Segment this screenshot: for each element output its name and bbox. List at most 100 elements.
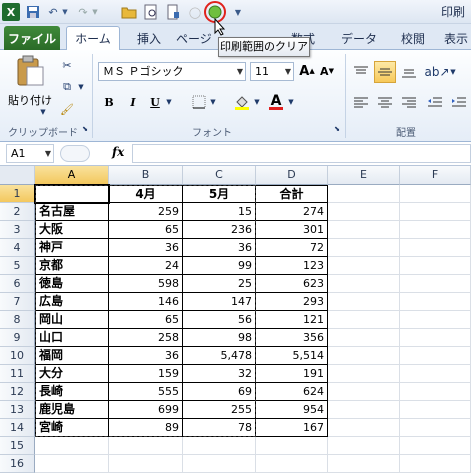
print-preview-icon[interactable] — [142, 3, 160, 21]
cell-f4[interactable] — [400, 239, 471, 257]
grow-font-icon[interactable]: A ▲ — [298, 62, 316, 80]
row-header[interactable]: 6 — [0, 275, 35, 293]
cell-e11[interactable] — [328, 365, 400, 383]
font-color-dropdown-icon[interactable]: ▼ — [286, 92, 296, 112]
chevron-down-icon[interactable]: ▼ — [237, 63, 243, 80]
row-header[interactable]: 2 — [0, 203, 35, 221]
row-header[interactable]: 10 — [0, 347, 35, 365]
borders-dropdown-icon[interactable]: ▼ — [208, 92, 218, 112]
cell-d14[interactable]: 167 — [256, 419, 328, 437]
underline-button[interactable]: U — [146, 92, 164, 112]
paste-dropdown-icon[interactable]: ▼ — [38, 108, 48, 116]
chevron-down-icon[interactable]: ▼ — [45, 145, 51, 162]
cell-f7[interactable] — [400, 293, 471, 311]
cell-d9[interactable]: 356 — [256, 329, 328, 347]
tab-data[interactable]: データ — [334, 26, 384, 50]
cell-e14[interactable] — [328, 419, 400, 437]
column-header-c[interactable]: C — [183, 166, 256, 185]
cell-b8[interactable]: 65 — [109, 311, 183, 329]
cell-c1[interactable]: 5月 — [183, 185, 256, 203]
cell-d1[interactable]: 合計 — [256, 185, 328, 203]
cell-e1[interactable] — [328, 185, 400, 203]
row-header[interactable]: 13 — [0, 401, 35, 419]
font-size-combo[interactable]: 11 ▼ — [250, 62, 294, 81]
align-center-icon[interactable] — [374, 94, 396, 112]
cell-f2[interactable] — [400, 203, 471, 221]
name-box[interactable]: A1 ▼ — [6, 144, 54, 163]
tab-review[interactable]: 校閲 — [390, 26, 436, 50]
column-header-d[interactable]: D — [256, 166, 328, 185]
bold-button[interactable]: B — [100, 92, 118, 112]
cell-e4[interactable] — [328, 239, 400, 257]
cell-c4[interactable]: 36 — [183, 239, 256, 257]
row-header[interactable]: 12 — [0, 383, 35, 401]
underline-dropdown-icon[interactable]: ▼ — [164, 92, 174, 112]
cell-b13[interactable]: 699 — [109, 401, 183, 419]
row-header[interactable]: 7 — [0, 293, 35, 311]
cell-a14[interactable]: 宮崎 — [35, 419, 109, 437]
cell-e15[interactable] — [328, 437, 400, 455]
row-header[interactable]: 14 — [0, 419, 35, 437]
cell-b5[interactable]: 24 — [109, 257, 183, 275]
cell-f8[interactable] — [400, 311, 471, 329]
cell-f13[interactable] — [400, 401, 471, 419]
cell-d7[interactable]: 293 — [256, 293, 328, 311]
cell-c6[interactable]: 25 — [183, 275, 256, 293]
select-all-corner[interactable] — [0, 166, 35, 185]
cell-f14[interactable] — [400, 419, 471, 437]
cell-f9[interactable] — [400, 329, 471, 347]
cell-a10[interactable]: 福岡 — [35, 347, 109, 365]
chevron-down-icon[interactable]: ▼ — [285, 63, 291, 80]
row-header[interactable]: 16 — [0, 455, 35, 473]
cell-a1[interactable] — [35, 185, 109, 203]
cell-f1[interactable] — [400, 185, 471, 203]
cell-a16[interactable] — [35, 455, 109, 473]
font-launcher-icon[interactable]: ⬊ — [332, 124, 342, 134]
font-color-icon[interactable]: A — [266, 92, 286, 112]
cell-a15[interactable] — [35, 437, 109, 455]
cell-f12[interactable] — [400, 383, 471, 401]
cell-e13[interactable] — [328, 401, 400, 419]
cell-f15[interactable] — [400, 437, 471, 455]
print-icon[interactable] — [164, 3, 182, 21]
cell-a5[interactable]: 京都 — [35, 257, 109, 275]
row-header[interactable]: 15 — [0, 437, 35, 455]
row-header[interactable]: 1 — [0, 185, 35, 203]
align-left-icon[interactable] — [350, 94, 372, 112]
cell-b7[interactable]: 146 — [109, 293, 183, 311]
cell-a12[interactable]: 長崎 — [35, 383, 109, 401]
borders-icon[interactable] — [190, 92, 208, 112]
cut-icon[interactable]: ✂ — [58, 56, 76, 74]
cell-a13[interactable]: 鹿児島 — [35, 401, 109, 419]
cell-c2[interactable]: 15 — [183, 203, 256, 221]
cell-a7[interactable]: 広島 — [35, 293, 109, 311]
cell-d5[interactable]: 123 — [256, 257, 328, 275]
cell-a2[interactable]: 名古屋 — [35, 203, 109, 221]
cell-c11[interactable]: 32 — [183, 365, 256, 383]
cell-e6[interactable] — [328, 275, 400, 293]
cell-b6[interactable]: 598 — [109, 275, 183, 293]
align-middle-icon[interactable] — [374, 61, 396, 83]
cell-d13[interactable]: 954 — [256, 401, 328, 419]
clipboard-launcher-icon[interactable]: ⬊ — [80, 124, 90, 134]
cell-f10[interactable] — [400, 347, 471, 365]
tab-page-layout[interactable]: ページ — [176, 26, 216, 50]
cell-e16[interactable] — [328, 455, 400, 473]
cell-c14[interactable]: 78 — [183, 419, 256, 437]
cell-b4[interactable]: 36 — [109, 239, 183, 257]
cell-d15[interactable] — [256, 437, 328, 455]
cell-d4[interactable]: 72 — [256, 239, 328, 257]
cell-a6[interactable]: 徳島 — [35, 275, 109, 293]
tab-insert[interactable]: 挿入 — [126, 26, 172, 50]
cell-e2[interactable] — [328, 203, 400, 221]
row-header[interactable]: 5 — [0, 257, 35, 275]
cell-c5[interactable]: 99 — [183, 257, 256, 275]
cell-d12[interactable]: 624 — [256, 383, 328, 401]
row-header[interactable]: 9 — [0, 329, 35, 347]
cell-a9[interactable]: 山口 — [35, 329, 109, 347]
customize-qat-icon[interactable]: ▼ — [232, 3, 244, 21]
cell-e10[interactable] — [328, 347, 400, 365]
cell-c7[interactable]: 147 — [183, 293, 256, 311]
cell-a3[interactable]: 大阪 — [35, 221, 109, 239]
cell-d6[interactable]: 623 — [256, 275, 328, 293]
